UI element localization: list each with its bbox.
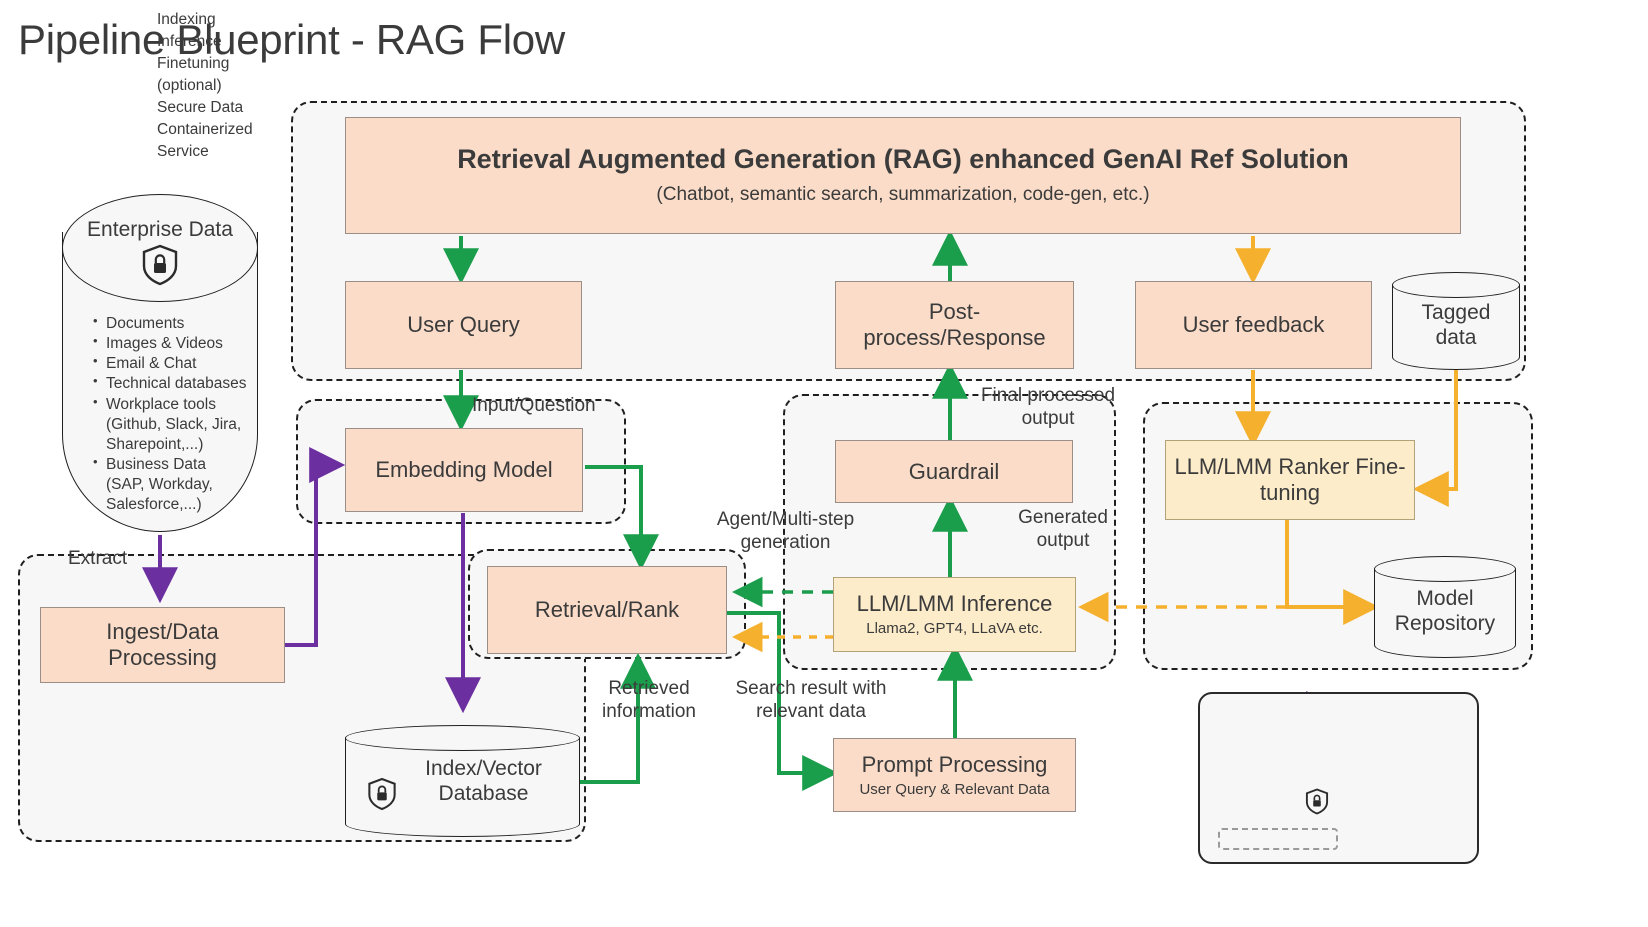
secure-shield-lock-icon bbox=[1305, 788, 1329, 820]
node-title: Retrieval/Rank bbox=[534, 597, 680, 623]
legend-item-secure-data: Secure Data bbox=[157, 99, 244, 116]
node-title: Guardrail bbox=[908, 458, 1000, 484]
node-user-feedback[interactable]: User feedback bbox=[1135, 281, 1372, 369]
edge-label-search-result: Search result with relevant data bbox=[735, 678, 887, 722]
list-item: Email & Chat bbox=[93, 353, 248, 374]
node-embedding-model[interactable]: Embedding Model bbox=[345, 428, 583, 512]
list-item: Workplace tools (Github, Slack, Jira, Sh… bbox=[93, 394, 248, 455]
node-post-process-response[interactable]: Post-process/Response bbox=[835, 281, 1074, 369]
edge-label-extract: Extract bbox=[68, 548, 128, 569]
node-tagged-data[interactable]: Tagged data bbox=[1392, 272, 1520, 370]
node-title: LLM/LMM Inference bbox=[856, 591, 1053, 617]
node-index-vector-database[interactable]: Index/Vector Database bbox=[345, 725, 580, 837]
node-title: Embedding Model bbox=[375, 457, 553, 483]
node-title: Prompt Processing bbox=[861, 751, 1048, 777]
enterprise-data-label: Enterprise Data bbox=[87, 218, 233, 241]
node-title: Tagged data bbox=[1421, 301, 1491, 350]
node-title: Post-process/Response bbox=[863, 299, 1046, 350]
legend-item-finetuning: Finetuning bbox=[157, 55, 230, 72]
list-item: Documents bbox=[93, 313, 248, 334]
node-title: Index/Vector Database bbox=[425, 757, 542, 806]
list-item: Images & Videos bbox=[93, 333, 248, 354]
legend-labels: Indexing Inference Finetuning (optional)… bbox=[157, 9, 253, 163]
enterprise-data-cylinder: Enterprise Data Documents Images & Video… bbox=[62, 194, 258, 532]
legend-item-service: Service bbox=[157, 143, 209, 160]
node-llm-inference[interactable]: LLM/LMM Inference Llama2, GPT4, LLaVA et… bbox=[833, 577, 1076, 652]
node-title: User feedback bbox=[1182, 312, 1325, 338]
legend-item-optional: (optional) bbox=[157, 77, 222, 94]
node-subtitle: User Query & Relevant Data bbox=[859, 780, 1050, 798]
node-subtitle: (Chatbot, semantic search, summarization… bbox=[656, 184, 1150, 206]
list-item: Technical databases bbox=[93, 373, 248, 394]
diagram-canvas: Pipeline Blueprint - RAG Flow Enterprise… bbox=[0, 0, 1648, 927]
node-title: Retrieval Augmented Generation (RAG) enh… bbox=[457, 144, 1349, 175]
list-item: Business Data (SAP, Workday, Salesforce,… bbox=[93, 454, 248, 515]
node-title: LLM/LMM Ranker Fine-tuning bbox=[1174, 454, 1406, 505]
edge-label-generated-output: Generated output bbox=[1018, 507, 1108, 551]
legend-item-indexing: Indexing bbox=[157, 11, 216, 28]
node-title: Ingest/Data Processing bbox=[106, 619, 219, 670]
edge-label-retrieved-information: Retrieved information bbox=[602, 678, 696, 722]
node-user-query[interactable]: User Query bbox=[345, 281, 582, 369]
node-subtitle: Llama2, GPT4, LLaVA etc. bbox=[866, 620, 1043, 638]
edge-label-agent-multistep: Agent/Multi-step generation bbox=[716, 509, 855, 553]
node-model-repository[interactable]: Model Repository bbox=[1374, 556, 1516, 658]
page-title: Pipeline Blueprint - RAG Flow bbox=[18, 16, 565, 63]
node-ranker-finetuning[interactable]: LLM/LMM Ranker Fine-tuning bbox=[1165, 440, 1415, 520]
node-ingest-data-processing[interactable]: Ingest/Data Processing bbox=[40, 607, 285, 683]
secure-shield-lock-icon bbox=[141, 244, 179, 291]
node-title: Model Repository bbox=[1394, 587, 1496, 636]
node-title: User Query bbox=[407, 312, 520, 338]
secure-shield-lock-icon bbox=[367, 777, 397, 816]
legend-containerized-service-swatch bbox=[1218, 828, 1338, 850]
edge-label-input-question: Input/Question bbox=[472, 395, 596, 416]
edge-label-final-processed-output: Final processed output bbox=[980, 385, 1116, 429]
enterprise-data-list: Documents Images & Videos Email & Chat T… bbox=[90, 313, 248, 515]
node-retrieval-rank[interactable]: Retrieval/Rank bbox=[487, 566, 727, 654]
node-rag-solution[interactable]: Retrieval Augmented Generation (RAG) enh… bbox=[345, 117, 1461, 234]
node-prompt-processing[interactable]: Prompt Processing User Query & Relevant … bbox=[833, 738, 1076, 812]
node-guardrail[interactable]: Guardrail bbox=[835, 440, 1073, 503]
legend-item-containerized: Containerized bbox=[157, 121, 253, 138]
legend-item-inference: Inference bbox=[157, 33, 222, 50]
